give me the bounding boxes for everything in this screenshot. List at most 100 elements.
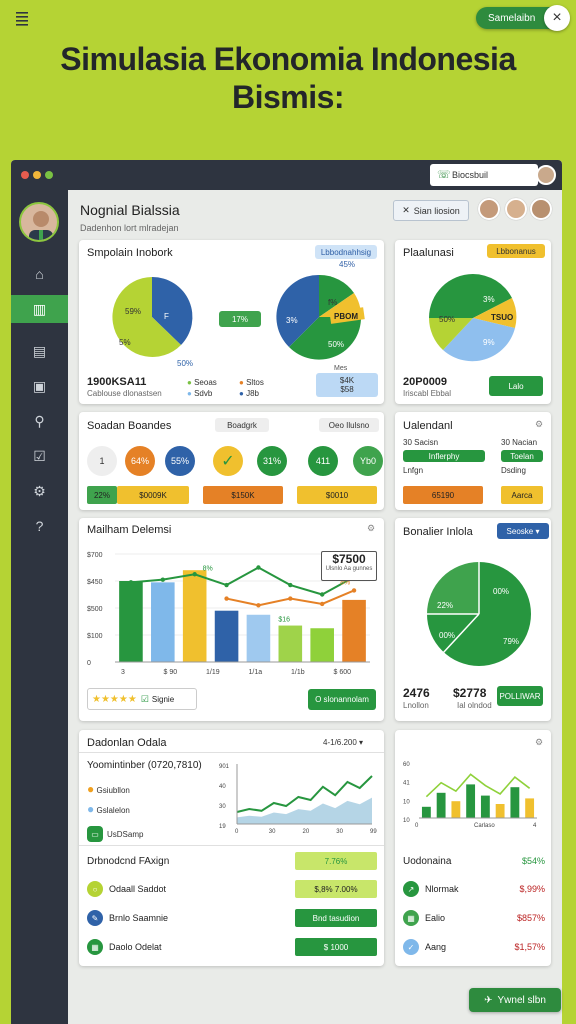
pie-label: 59% — [125, 307, 141, 316]
row-value: Bnd tasudion — [295, 909, 377, 927]
close-icon[interactable]: × — [544, 5, 570, 31]
badge-value: $7500 — [332, 552, 366, 566]
rating-label: Signie — [151, 694, 175, 704]
stat-value: 1900KSA11 — [87, 376, 147, 388]
bar — [525, 798, 535, 818]
circle-icon: ○ — [87, 881, 103, 897]
pie-label: 79% — [503, 637, 519, 646]
trend-icon: ↗ — [403, 881, 419, 897]
row-label: Ealio — [425, 913, 446, 923]
table-row[interactable]: ○ Odaall Saddot $,8% 7.00% — [87, 878, 377, 900]
mid-pill: 17% — [219, 311, 261, 327]
top-action-label: Samelaibn — [488, 12, 536, 24]
card-tag[interactable]: Lbbonanus — [487, 244, 545, 258]
search-input[interactable]: ☏ Biocsbuil — [430, 164, 538, 186]
metric-bar: 22% — [87, 486, 117, 504]
sidebar-item-help[interactable]: ? — [11, 512, 68, 540]
avatar[interactable] — [478, 198, 500, 220]
x-tick-label: 99 — [370, 829, 377, 835]
sidebar-item-dashboard[interactable]: ▥ — [11, 295, 68, 323]
window-max-dot[interactable] — [45, 171, 53, 179]
line-point — [256, 565, 261, 570]
line-point — [224, 582, 229, 588]
card-tag[interactable]: Oeo Ilulsno — [319, 418, 379, 432]
main-content: Nognial Bialssia Dadenhon lort mlradejan… — [68, 190, 562, 1024]
rating[interactable]: ★★★★★ ☑ Signie — [87, 688, 197, 710]
card-tag[interactable]: Boadgrk — [215, 418, 269, 432]
x-tick-label: 30 — [336, 829, 343, 835]
leaf-icon: ✎ — [87, 910, 103, 926]
sidebar-item-location[interactable]: ⚲ — [11, 407, 68, 435]
pie-label: F — [164, 312, 169, 321]
card-calendar: Ualendanl ⚙ 30 Sacisn Inflerphy Lnfgn 30… — [395, 412, 551, 510]
list-item: Toelan — [501, 450, 543, 462]
card-button[interactable]: Lalo — [489, 376, 543, 396]
pie-label: 50% — [177, 359, 193, 368]
window-min-dot[interactable] — [33, 171, 41, 179]
avatar[interactable] — [19, 202, 59, 242]
pie-label: TSUO — [491, 313, 513, 322]
card-summary: Smpolain Inobork Lbbodnahhsig 59% F 5% 5… — [79, 240, 384, 404]
metric-circle: 1 — [87, 446, 117, 476]
pie-label: 3% — [286, 316, 298, 325]
check-icon: ✓ — [213, 446, 243, 476]
sidebar-item-tasks[interactable]: ☑ — [11, 442, 68, 470]
bar — [214, 610, 239, 662]
x-tick-label: 30 — [269, 829, 276, 835]
row-value: $1,57% — [514, 942, 545, 952]
sidebar-item-home[interactable]: ⌂ — [11, 260, 68, 288]
line-point — [160, 577, 166, 582]
settings-icon[interactable]: ⚙ — [535, 419, 543, 430]
card-button[interactable]: O slonannolam — [308, 689, 376, 710]
avatar[interactable] — [505, 198, 527, 220]
avatar[interactable] — [536, 165, 556, 185]
card-title: Dadonlan Odala — [87, 737, 167, 749]
table-row[interactable]: ✓ Aang $1,57% — [403, 936, 545, 958]
pie-chart-2: 45% 3% f% PBOM 50% Mes — [276, 260, 365, 372]
line-point — [319, 601, 325, 607]
dropdown[interactable]: Seoske ▾ — [497, 523, 549, 539]
stat-value: $2778 — [453, 686, 487, 700]
divider — [79, 752, 384, 753]
bar — [278, 625, 303, 662]
top-action-button[interactable]: Samelaibn × — [476, 5, 570, 31]
bar — [342, 599, 366, 662]
period-select[interactable]: 4-1/6.200 ▾ — [323, 738, 363, 747]
metric-circle: Yb0 — [353, 446, 383, 476]
card-button[interactable]: POLLIWAR — [497, 686, 543, 706]
sidebar-item-settings[interactable]: ⚙ — [11, 477, 68, 505]
bar — [310, 628, 334, 662]
metric-bar: $0010 — [297, 486, 377, 504]
table-row[interactable]: ↗ Nlormak $,99% — [403, 878, 545, 900]
main-action-button[interactable]: ✕ Sian liosion — [393, 200, 469, 221]
pie-label: 22% — [437, 601, 453, 610]
window-close-dot[interactable] — [21, 171, 29, 179]
legend-item: ● Gslalelon — [87, 802, 130, 816]
avatar[interactable] — [530, 198, 552, 220]
table-row[interactable]: ▦ Daolo Odelat $ 1000 — [87, 936, 377, 958]
bottom-action-label: Ywnel slbn — [497, 994, 546, 1006]
sidebar-item-reports[interactable]: ▣ — [11, 372, 68, 400]
sidebar-item-stats[interactable]: ▤ — [11, 337, 68, 365]
table-row[interactable]: ▦ Ealio $857% — [403, 907, 545, 929]
menu-icon[interactable] — [14, 10, 32, 26]
table-header: Uodonaina — [403, 855, 452, 867]
legend-item: ● J8b — [239, 389, 259, 398]
metric-circle: 411 — [308, 446, 338, 476]
main-subheading: Dadenhon lort mlradejan — [80, 223, 179, 233]
settings-icon[interactable]: ⚙ — [367, 523, 375, 534]
card-pie: Bonalier Inlola Seoske ▾ 00% 22% 00% 79%… — [395, 518, 551, 721]
divider — [79, 845, 384, 846]
table-row: Drbnodcnd FAxign 7.76% — [87, 850, 377, 872]
bottom-action-button[interactable]: ✈ Ywnel slbn — [469, 988, 561, 1012]
pie-label: Mes — [334, 365, 348, 372]
help-icon: ? — [35, 518, 44, 534]
x-tick-label: 4 — [533, 823, 537, 829]
x-tick-label: 3 — [121, 669, 125, 676]
settings-icon[interactable]: ⚙ — [535, 737, 543, 748]
line-point — [224, 596, 229, 601]
pie-label: 00% — [439, 631, 455, 640]
metric-bar: Aarca — [501, 486, 543, 504]
stat-value: 20P0009 — [403, 376, 448, 388]
table-row[interactable]: ✎ Brnlo Saamnie Bnd tasudion — [87, 907, 377, 929]
